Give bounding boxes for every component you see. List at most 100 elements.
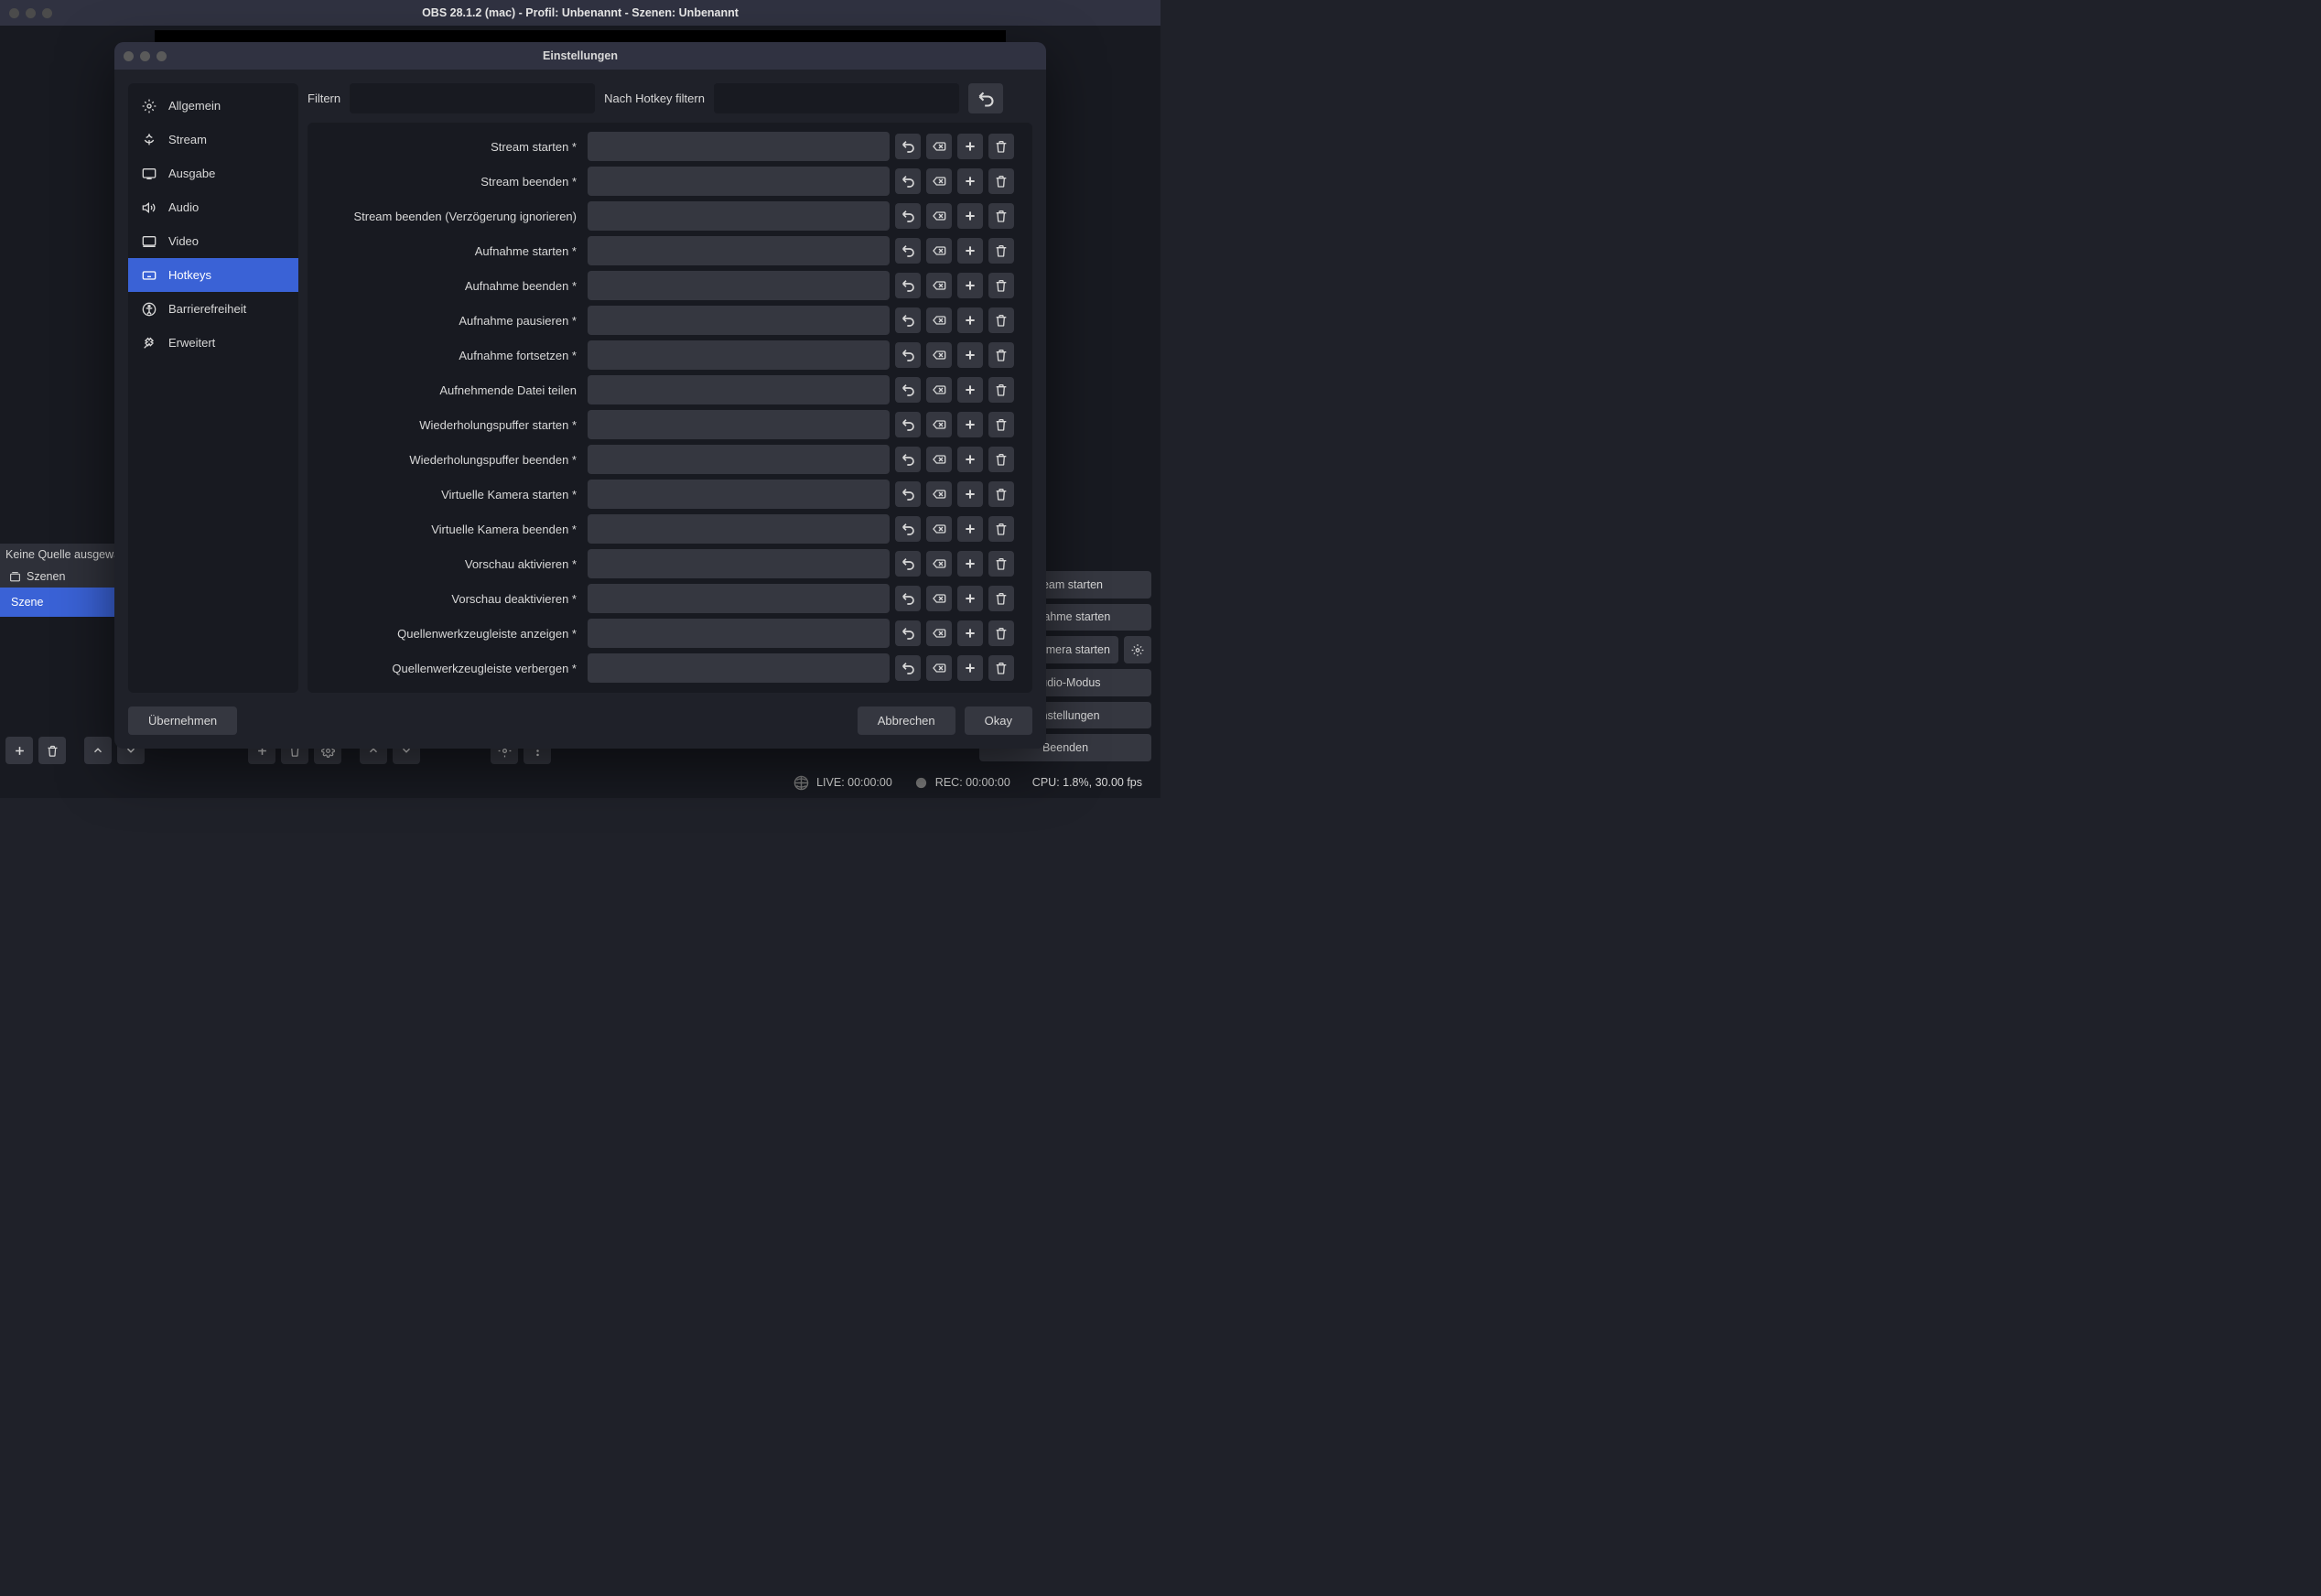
hotkey-remove-button[interactable] — [988, 586, 1014, 611]
hotkey-clear-button[interactable] — [926, 134, 952, 159]
hotkey-remove-button[interactable] — [988, 551, 1014, 577]
hotkey-add-button[interactable] — [957, 620, 983, 646]
sidebar-item-accessibility[interactable]: Barrierefreiheit — [128, 292, 298, 326]
hotkey-input[interactable] — [588, 445, 890, 474]
hotkey-undo-button[interactable] — [895, 412, 921, 437]
hotkey-clear-button[interactable] — [926, 620, 952, 646]
hotkey-undo-button[interactable] — [895, 516, 921, 542]
hotkeys-list[interactable]: Stream starten *Stream beenden *Stream b… — [317, 132, 1027, 684]
hotkey-input[interactable] — [588, 201, 890, 231]
dialog-titlebar: Einstellungen — [114, 42, 1046, 70]
filter-hotkey-input[interactable] — [714, 83, 959, 113]
hotkey-add-button[interactable] — [957, 481, 983, 507]
hotkey-undo-button[interactable] — [895, 168, 921, 194]
hotkey-undo-button[interactable] — [895, 134, 921, 159]
hotkey-input[interactable] — [588, 271, 890, 300]
hotkey-remove-button[interactable] — [988, 238, 1014, 264]
filter-input[interactable] — [350, 83, 595, 113]
hotkey-clear-button[interactable] — [926, 412, 952, 437]
hotkey-undo-button[interactable] — [895, 447, 921, 472]
hotkey-add-button[interactable] — [957, 551, 983, 577]
hotkey-undo-button[interactable] — [895, 203, 921, 229]
hotkey-undo-button[interactable] — [895, 586, 921, 611]
hotkey-clear-button[interactable] — [926, 377, 952, 403]
hotkey-clear-button[interactable] — [926, 516, 952, 542]
hotkey-undo-button[interactable] — [895, 377, 921, 403]
hotkey-remove-button[interactable] — [988, 516, 1014, 542]
hotkey-undo-button[interactable] — [895, 307, 921, 333]
hotkey-undo-button[interactable] — [895, 273, 921, 298]
sidebar-item-audio[interactable]: Audio — [128, 190, 298, 224]
ok-button[interactable]: Okay — [965, 706, 1032, 735]
sidebar-item-hotkeys[interactable]: Hotkeys — [128, 258, 298, 292]
hotkey-input[interactable] — [588, 619, 890, 648]
hotkey-undo-button[interactable] — [895, 551, 921, 577]
hotkey-add-button[interactable] — [957, 377, 983, 403]
hotkey-undo-button[interactable] — [895, 620, 921, 646]
sidebar-item-video[interactable]: Video — [128, 224, 298, 258]
hotkey-input[interactable] — [588, 167, 890, 196]
hotkey-input[interactable] — [588, 340, 890, 370]
hotkey-add-button[interactable] — [957, 342, 983, 368]
hotkey-clear-button[interactable] — [926, 168, 952, 194]
hotkey-undo-button[interactable] — [895, 342, 921, 368]
hotkey-remove-button[interactable] — [988, 273, 1014, 298]
hotkey-remove-button[interactable] — [988, 481, 1014, 507]
sidebar-item-stream[interactable]: Stream — [128, 123, 298, 156]
hotkey-remove-button[interactable] — [988, 203, 1014, 229]
hotkey-remove-button[interactable] — [988, 168, 1014, 194]
hotkey-clear-button[interactable] — [926, 655, 952, 681]
hotkey-add-button[interactable] — [957, 273, 983, 298]
hotkey-input[interactable] — [588, 480, 890, 509]
sidebar-item-advanced[interactable]: Erweitert — [128, 326, 298, 360]
hotkey-input[interactable] — [588, 306, 890, 335]
dialog-minimize-button[interactable] — [140, 51, 150, 61]
dialog-maximize-button[interactable] — [157, 51, 167, 61]
hotkey-add-button[interactable] — [957, 134, 983, 159]
hotkey-clear-button[interactable] — [926, 551, 952, 577]
hotkey-undo-button[interactable] — [895, 238, 921, 264]
hotkey-clear-button[interactable] — [926, 342, 952, 368]
hotkey-add-button[interactable] — [957, 203, 983, 229]
hotkey-add-button[interactable] — [957, 307, 983, 333]
hotkey-remove-button[interactable] — [988, 447, 1014, 472]
hotkey-clear-button[interactable] — [926, 203, 952, 229]
hotkey-clear-button[interactable] — [926, 481, 952, 507]
hotkey-remove-button[interactable] — [988, 134, 1014, 159]
hotkey-input[interactable] — [588, 236, 890, 265]
hotkey-input[interactable] — [588, 375, 890, 404]
hotkey-input[interactable] — [588, 653, 890, 683]
hotkey-clear-button[interactable] — [926, 447, 952, 472]
reset-filters-button[interactable] — [968, 83, 1003, 113]
hotkey-input[interactable] — [588, 549, 890, 578]
hotkey-remove-button[interactable] — [988, 412, 1014, 437]
hotkey-add-button[interactable] — [957, 586, 983, 611]
apply-button[interactable]: Übernehmen — [128, 706, 237, 735]
hotkey-input[interactable] — [588, 584, 890, 613]
hotkey-add-button[interactable] — [957, 412, 983, 437]
hotkey-add-button[interactable] — [957, 447, 983, 472]
hotkey-add-button[interactable] — [957, 168, 983, 194]
hotkey-remove-button[interactable] — [988, 377, 1014, 403]
hotkey-remove-button[interactable] — [988, 655, 1014, 681]
hotkey-clear-button[interactable] — [926, 586, 952, 611]
hotkey-add-button[interactable] — [957, 238, 983, 264]
hotkey-clear-button[interactable] — [926, 273, 952, 298]
hotkey-input[interactable] — [588, 514, 890, 544]
hotkey-label: Quellenwerkzeugleiste anzeigen * — [317, 627, 582, 641]
hotkey-add-button[interactable] — [957, 516, 983, 542]
hotkey-clear-button[interactable] — [926, 307, 952, 333]
sidebar-item-output[interactable]: Ausgabe — [128, 156, 298, 190]
hotkey-add-button[interactable] — [957, 655, 983, 681]
hotkey-clear-button[interactable] — [926, 238, 952, 264]
dialog-close-button[interactable] — [124, 51, 134, 61]
hotkey-remove-button[interactable] — [988, 307, 1014, 333]
cancel-button[interactable]: Abbrechen — [858, 706, 955, 735]
hotkey-input[interactable] — [588, 410, 890, 439]
sidebar-item-general[interactable]: Allgemein — [128, 89, 298, 123]
hotkey-remove-button[interactable] — [988, 342, 1014, 368]
hotkey-remove-button[interactable] — [988, 620, 1014, 646]
hotkey-undo-button[interactable] — [895, 481, 921, 507]
hotkey-input[interactable] — [588, 132, 890, 161]
hotkey-undo-button[interactable] — [895, 655, 921, 681]
